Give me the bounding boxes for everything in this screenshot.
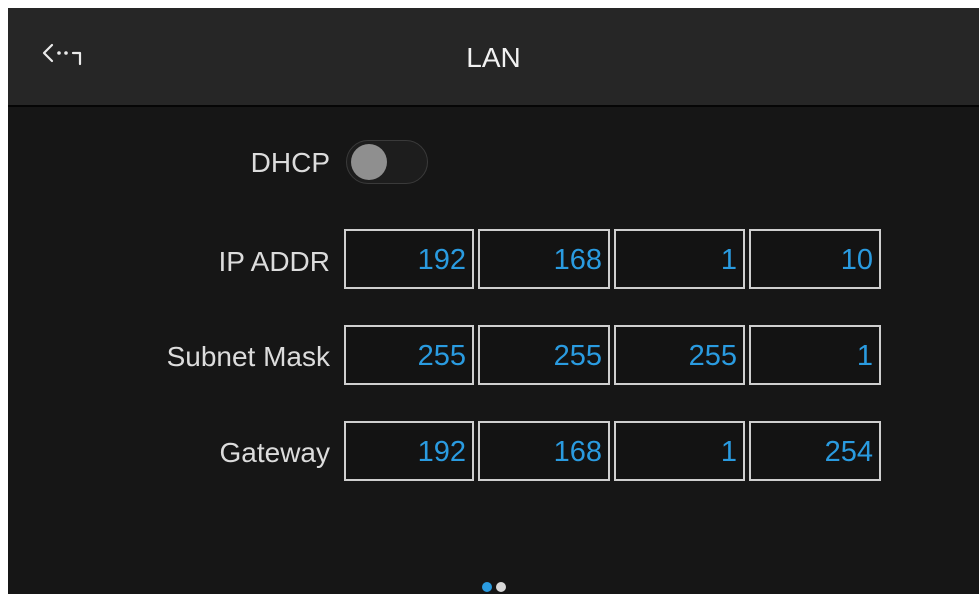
gateway-label: Gateway: [219, 437, 331, 468]
dhcp-toggle[interactable]: [346, 140, 428, 184]
ip-addr-octet-3[interactable]: 1: [614, 229, 745, 289]
back-button[interactable]: [34, 32, 90, 82]
page-dot-1[interactable]: [482, 582, 492, 592]
ip-addr-octet-1[interactable]: 192: [344, 229, 474, 289]
subnet-mask-octet-2[interactable]: 255: [478, 325, 610, 385]
header-bar: LAN: [8, 8, 979, 107]
gateway-octet-3[interactable]: 1: [614, 421, 745, 481]
dhcp-label: DHCP: [250, 147, 330, 178]
lan-settings-screen: LAN DHCP IP ADDR 192 168 1 10 Subnet Mas…: [8, 8, 979, 594]
dhcp-toggle-knob: [351, 144, 387, 180]
gateway-octet-1[interactable]: 192: [344, 421, 474, 481]
subnet-mask-octet-4[interactable]: 1: [749, 325, 881, 385]
subnet-mask-octet-3[interactable]: 255: [614, 325, 745, 385]
gateway-octet-2[interactable]: 168: [478, 421, 610, 481]
ip-addr-label: IP ADDR: [218, 246, 330, 277]
gateway-octet-4[interactable]: 254: [749, 421, 881, 481]
ip-addr-octet-2[interactable]: 168: [478, 229, 610, 289]
ip-addr-octet-4[interactable]: 10: [749, 229, 881, 289]
page-dot-2[interactable]: [496, 582, 506, 592]
subnet-mask-label: Subnet Mask: [166, 341, 330, 372]
page-title: LAN: [466, 42, 521, 73]
subnet-mask-octet-1[interactable]: 255: [344, 325, 474, 385]
back-arrow-icon: [42, 43, 82, 66]
